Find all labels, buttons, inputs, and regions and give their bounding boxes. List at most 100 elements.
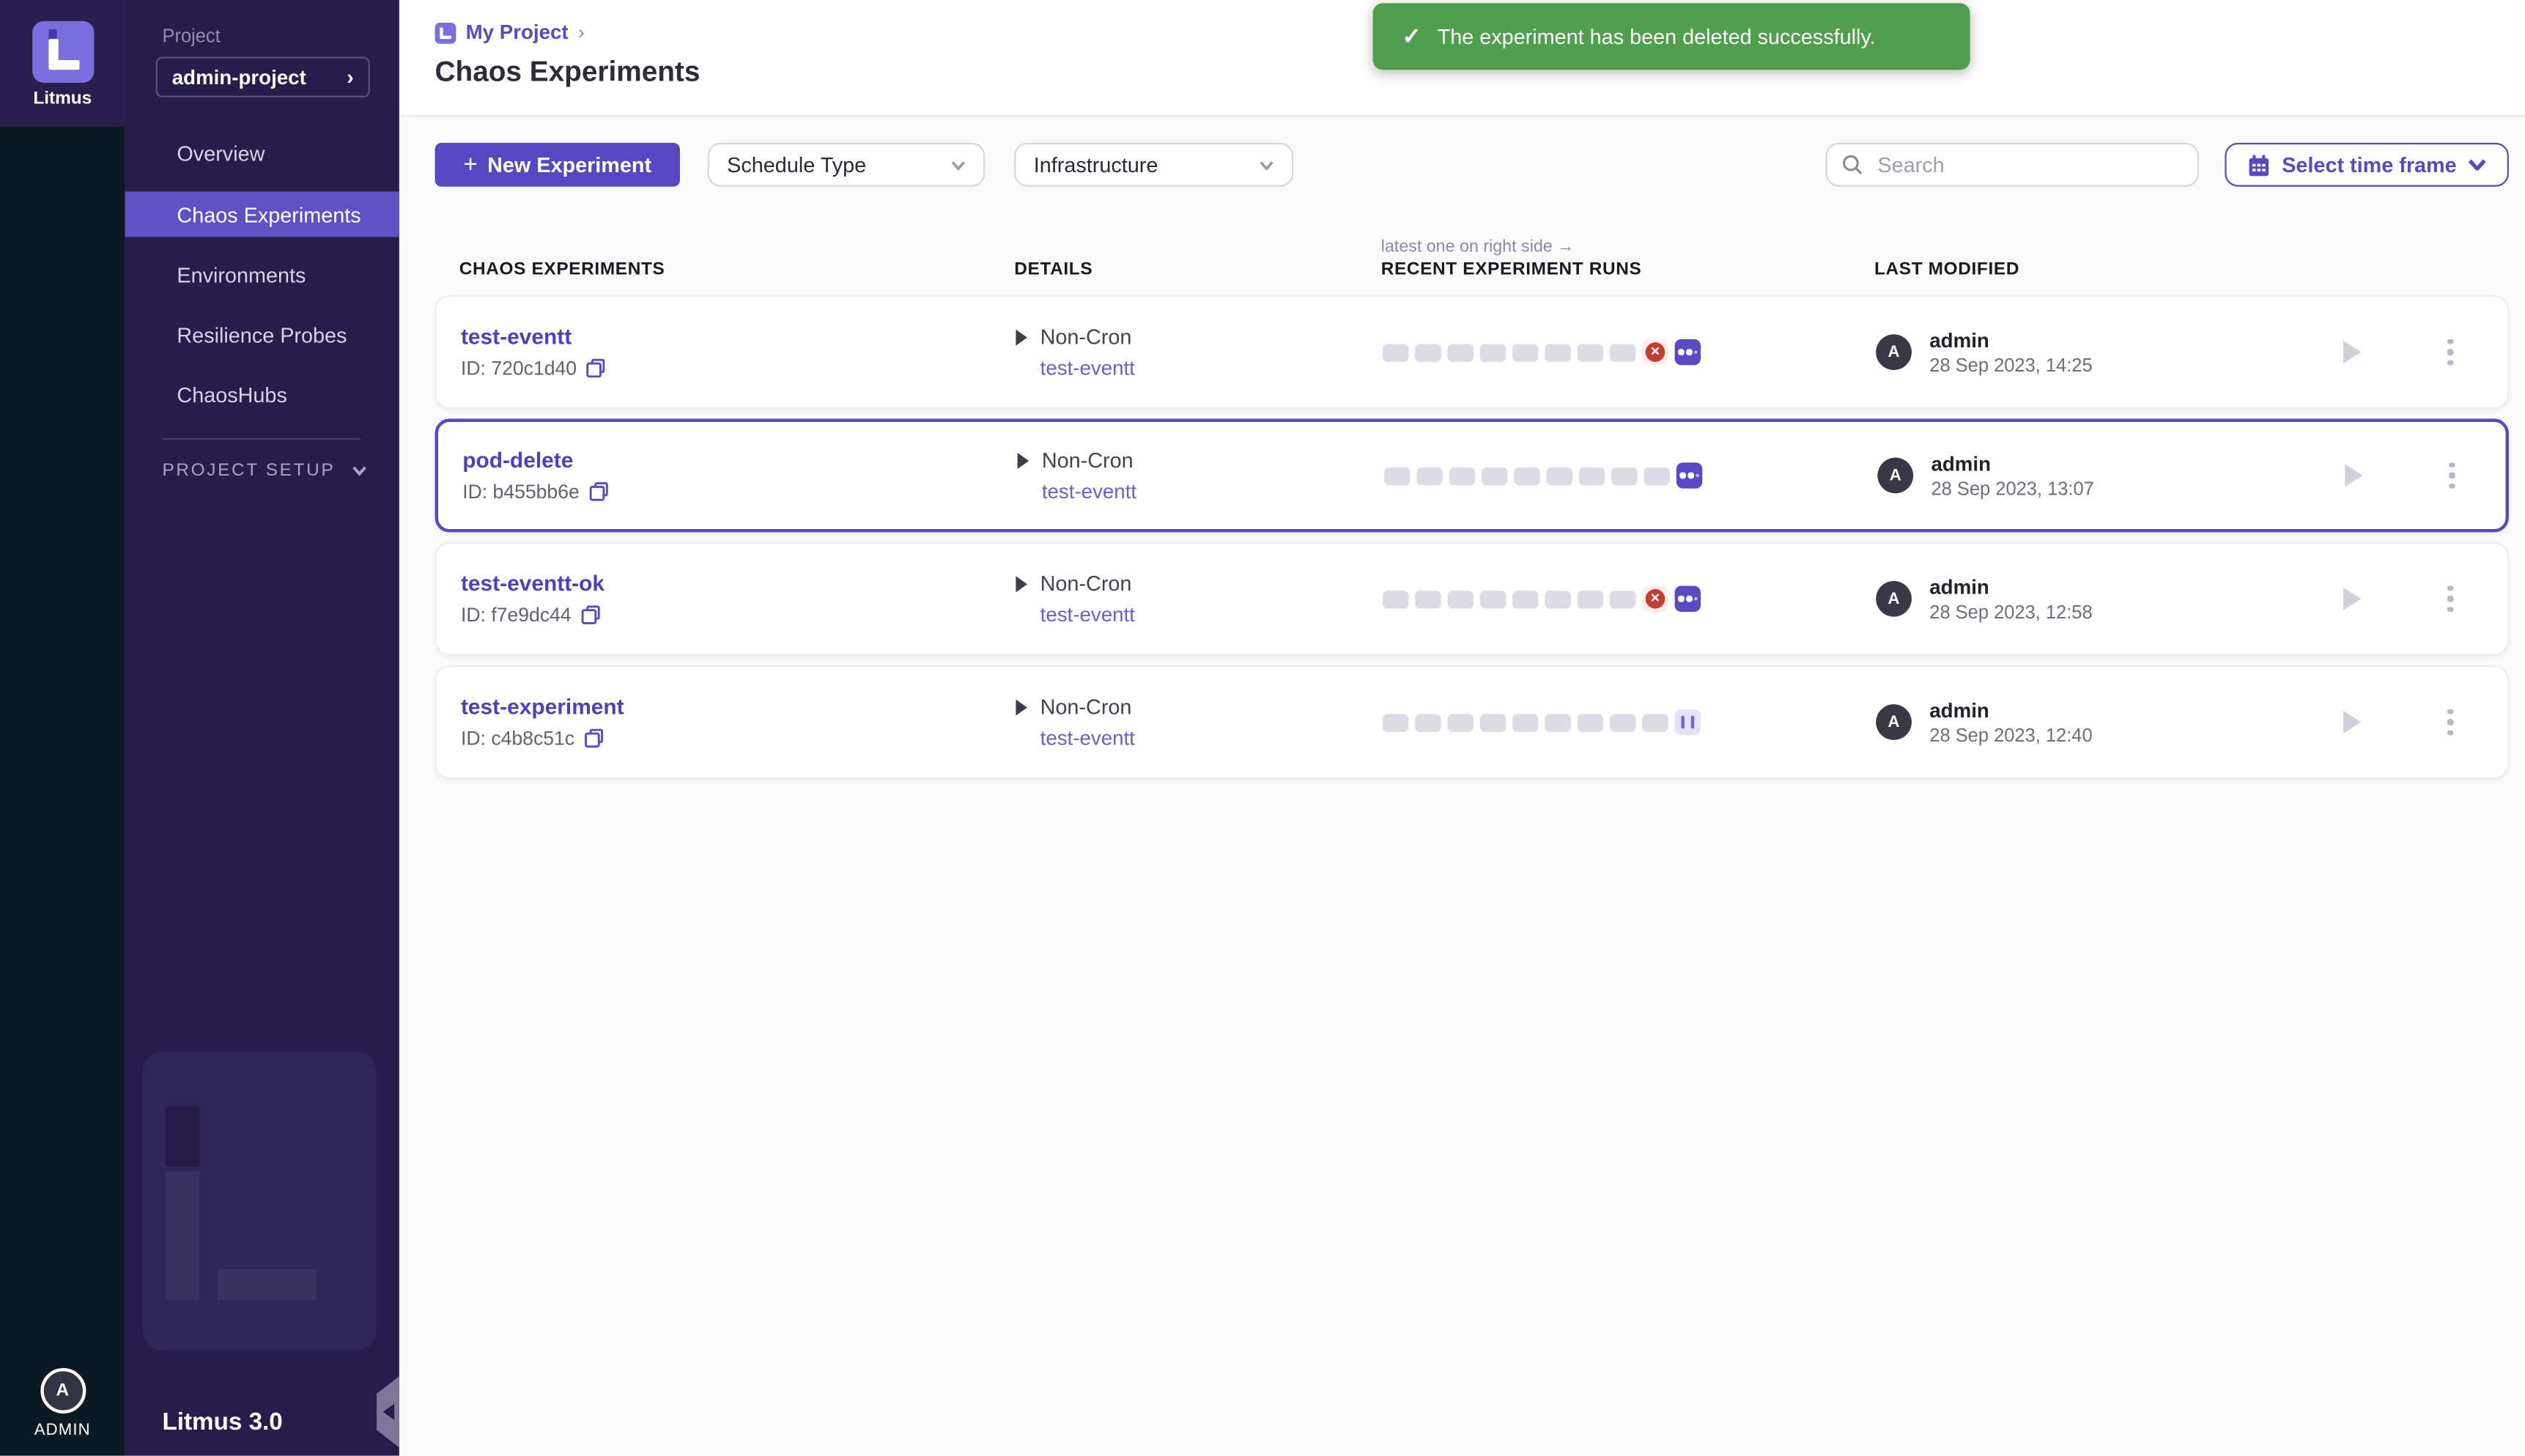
infrastructure-select[interactable]: Infrastructure — [1014, 143, 1293, 187]
row-menu-button[interactable] — [2444, 336, 2456, 369]
run-experiment-button[interactable] — [2345, 462, 2367, 488]
row-menu-button[interactable] — [2446, 459, 2458, 492]
experiment-row[interactable]: test-eventt-ok ID: f7e9dc44 Non-Cron tes… — [435, 542, 2509, 656]
schedule-type-value: Non-Cron — [1040, 695, 1132, 719]
calendar-icon — [2248, 153, 2271, 176]
run-placeholder — [1610, 343, 1635, 361]
non-cron-icon — [1016, 328, 1027, 344]
run-placeholder — [1611, 467, 1637, 484]
schedule-type-value: Non-Cron — [1040, 572, 1132, 596]
run-failed-icon[interactable]: ✕ — [1642, 586, 1668, 612]
sidebar-item-overview[interactable]: Overview — [125, 123, 399, 183]
version-label: Litmus 3.0 — [162, 1408, 282, 1436]
experiment-id: ID: b455bb6e — [462, 481, 580, 503]
run-placeholder — [1449, 467, 1475, 484]
copy-icon[interactable] — [584, 728, 604, 748]
plus-icon: + — [463, 152, 477, 177]
run-placeholder — [1480, 590, 1506, 607]
run-experiment-button[interactable] — [2343, 339, 2366, 365]
sidebar-item-chaoshubs[interactable]: ChaosHubs — [125, 365, 399, 425]
run-placeholder — [1610, 713, 1635, 731]
run-placeholder — [1448, 590, 1474, 607]
sidebar-item-resilience-probes[interactable]: Resilience Probes — [125, 305, 399, 365]
search-input[interactable] — [1874, 151, 2183, 179]
infrastructure-link[interactable]: test-eventt — [1042, 481, 1384, 503]
chevron-down-icon — [951, 160, 966, 169]
run-placeholder — [1578, 343, 1603, 361]
run-placeholder — [1448, 343, 1474, 361]
experiment-row[interactable]: pod-delete ID: b455bb6e Non-Cron test-ev… — [435, 418, 2509, 532]
run-running-icon[interactable] — [1675, 586, 1701, 612]
app-viewport: Litmus A ADMIN Project admin-project › O… — [0, 0, 2525, 1456]
play-icon — [2343, 588, 2361, 610]
project-select[interactable]: admin-project › — [156, 57, 370, 97]
row-menu-button[interactable] — [2444, 583, 2456, 616]
experiment-name-link[interactable]: test-eventt — [461, 325, 1016, 349]
run-placeholder — [1512, 590, 1538, 607]
experiment-name-link[interactable]: pod-delete — [462, 448, 1017, 472]
project-select-value: admin-project — [172, 66, 306, 89]
run-running-icon[interactable] — [1676, 462, 1702, 488]
row-menu-button[interactable] — [2444, 706, 2456, 739]
run-experiment-button[interactable] — [2343, 586, 2366, 612]
run-placeholder — [1545, 590, 1570, 607]
sidebar: Project admin-project › Overview Chaos Ex… — [125, 0, 399, 1456]
runs-order-note: latest one on right side → — [1381, 237, 1575, 256]
schedule-type-value: Schedule Type — [727, 152, 866, 177]
run-placeholder — [1383, 713, 1408, 731]
infrastructure-value: Infrastructure — [1034, 152, 1158, 177]
copy-icon[interactable] — [586, 358, 606, 378]
litmus-logo-icon — [32, 21, 93, 83]
breadcrumb-project-link[interactable]: My Project — [466, 21, 569, 44]
modified-at: 28 Sep 2023, 12:40 — [1929, 726, 2092, 746]
experiment-row[interactable]: test-experiment ID: c4b8c51c Non-Cron te… — [435, 665, 2509, 779]
modified-by: admin — [1931, 452, 2093, 475]
run-failed-icon[interactable]: ✕ — [1642, 339, 1668, 365]
run-placeholder — [1579, 467, 1605, 484]
run-placeholder — [1383, 590, 1408, 607]
non-cron-icon — [1016, 575, 1027, 591]
run-placeholder — [1416, 467, 1442, 484]
sidebar-item-chaos-experiments[interactable]: Chaos Experiments — [125, 191, 399, 237]
search-icon — [1842, 154, 1863, 175]
select-time-frame-button[interactable]: Select time frame — [2225, 143, 2509, 187]
recent-runs: ✕ — [1383, 586, 1876, 612]
left-rail: Litmus A ADMIN — [0, 0, 125, 1456]
sidebar-collapse-button[interactable] — [377, 1376, 399, 1447]
schedule-type-select[interactable]: Schedule Type — [708, 143, 986, 187]
chevron-down-icon — [2468, 159, 2485, 171]
modified-by: admin — [1929, 328, 2092, 351]
chevron-down-icon — [352, 466, 367, 476]
modified-by: admin — [1929, 698, 2092, 721]
sidebar-item-environments[interactable]: Environments — [125, 245, 399, 305]
schedule-type-value: Non-Cron — [1040, 325, 1132, 349]
recent-runs — [1384, 462, 1877, 488]
rail-user-area[interactable]: A ADMIN — [0, 1368, 125, 1439]
avatar: A — [1876, 334, 1912, 370]
infrastructure-link[interactable]: test-eventt — [1040, 727, 1383, 750]
experiment-id: ID: f7e9dc44 — [461, 604, 572, 627]
run-experiment-button[interactable] — [2343, 709, 2366, 735]
user-avatar[interactable]: A — [40, 1368, 85, 1413]
run-placeholder — [1415, 590, 1441, 607]
experiment-name-link[interactable]: test-experiment — [461, 695, 1016, 719]
run-placeholder — [1610, 590, 1635, 607]
run-running-icon[interactable] — [1675, 339, 1701, 365]
sidebar-divider — [162, 438, 360, 440]
new-experiment-button[interactable]: + New Experiment — [435, 143, 680, 187]
run-placeholder — [1384, 467, 1410, 484]
modified-by: admin — [1929, 575, 2092, 598]
experiment-name-link[interactable]: test-eventt-ok — [461, 572, 1016, 596]
project-label: Project — [162, 28, 220, 48]
modified-at: 28 Sep 2023, 14:25 — [1929, 356, 2092, 376]
rail-logo-area[interactable]: Litmus — [0, 0, 125, 127]
run-paused-icon[interactable] — [1675, 709, 1701, 735]
sidebar-item-project-setup[interactable]: PROJECT SETUP — [162, 461, 366, 481]
user-role-label: ADMIN — [34, 1422, 91, 1439]
infrastructure-link[interactable]: test-eventt — [1040, 357, 1383, 380]
experiment-row[interactable]: test-eventt ID: 720c1d40 Non-Cron test-e… — [435, 295, 2509, 409]
infrastructure-link[interactable]: test-eventt — [1040, 604, 1383, 627]
experiment-id: ID: 720c1d40 — [461, 357, 577, 380]
copy-icon[interactable] — [581, 605, 601, 625]
copy-icon[interactable] — [589, 482, 609, 502]
